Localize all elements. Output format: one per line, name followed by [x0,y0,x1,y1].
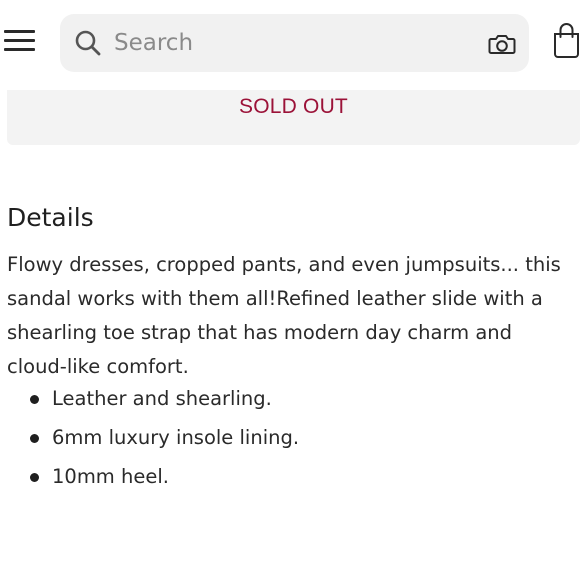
details-heading: Details [7,203,94,232]
bullet-icon [30,473,39,482]
hamburger-menu-icon[interactable] [4,27,36,53]
search-bar[interactable] [60,14,529,72]
details-bullet-list: Leather and shearling. 6mm luxury insole… [0,382,580,499]
search-input[interactable] [114,24,474,62]
camera-icon[interactable] [488,32,516,56]
shopping-bag-icon[interactable] [553,22,580,58]
bullet-text: 10mm heel. [52,465,169,488]
bullet-text: 6mm luxury insole lining. [52,426,300,449]
bullet-text: Leather and shearling. [52,387,272,410]
sold-out-banner: SOLD OUT [7,90,580,145]
sold-out-label: SOLD OUT [239,95,348,118]
bullet-icon [30,395,39,404]
top-bar [0,0,580,90]
list-item: 10mm heel. [0,460,580,499]
list-item: 6mm luxury insole lining. [0,421,580,460]
search-icon[interactable] [74,29,102,57]
product-description: Flowy dresses, cropped pants, and even j… [7,253,561,378]
list-item: Leather and shearling. [0,382,580,421]
bullet-icon [30,434,39,443]
